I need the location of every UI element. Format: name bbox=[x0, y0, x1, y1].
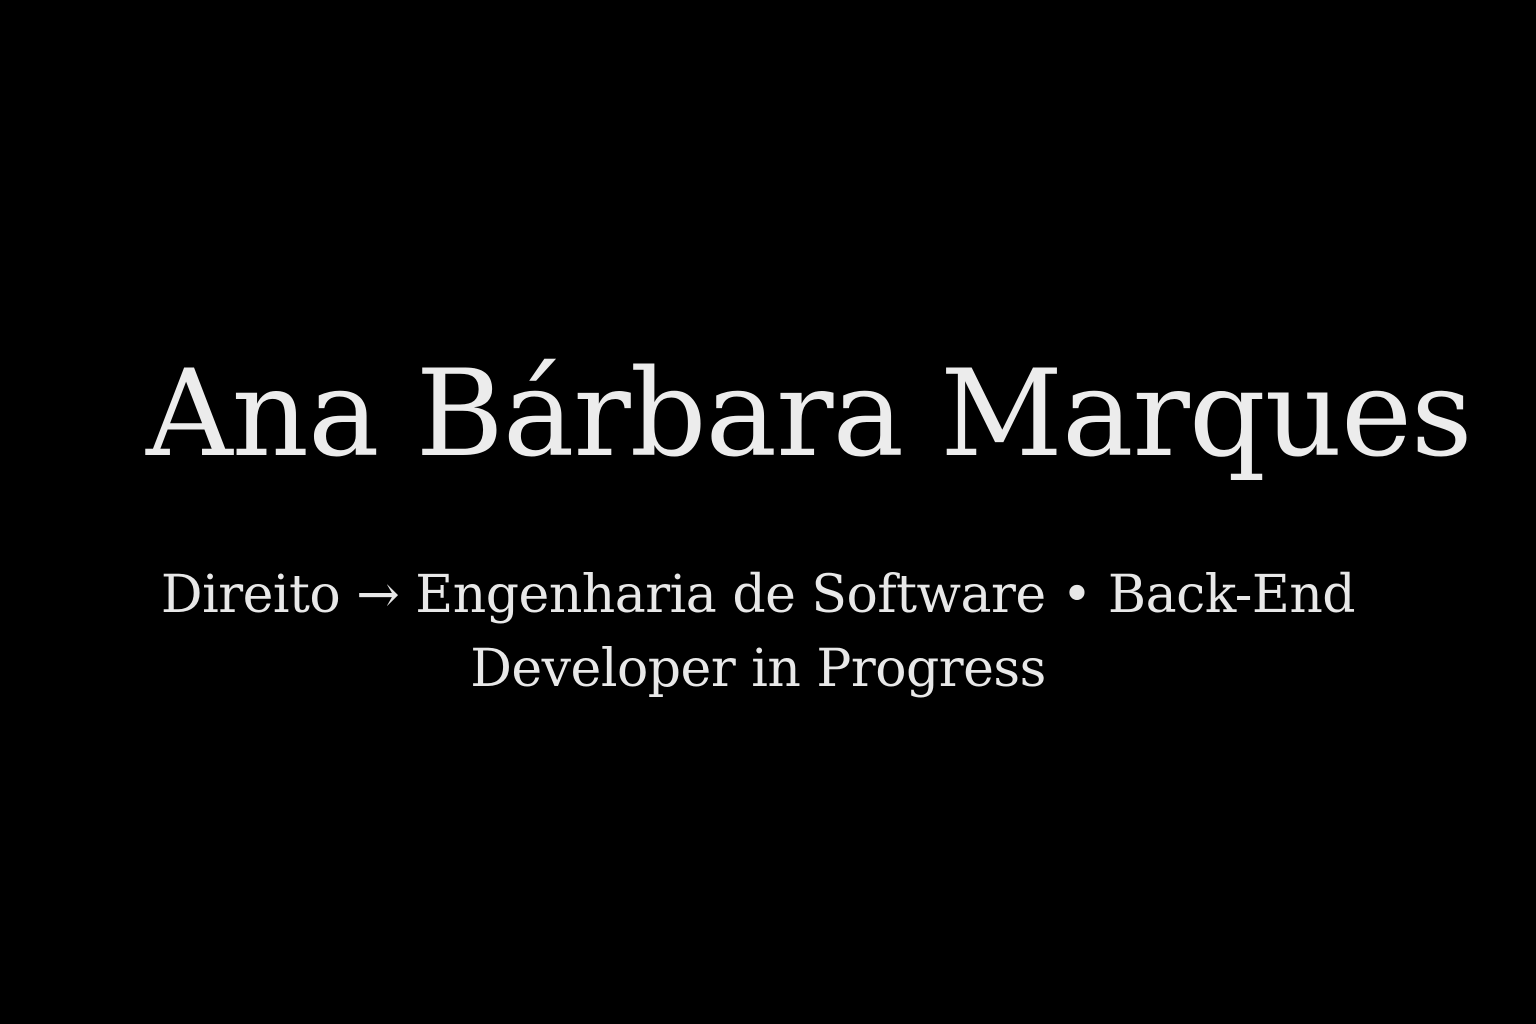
person-name: Ana Bárbara Marques bbox=[146, 345, 1473, 484]
title-card: Ana Bárbara Marques Direito → Engenharia… bbox=[0, 0, 1536, 1024]
tagline: Direito → Engenharia de Software • Back-… bbox=[160, 565, 1356, 699]
